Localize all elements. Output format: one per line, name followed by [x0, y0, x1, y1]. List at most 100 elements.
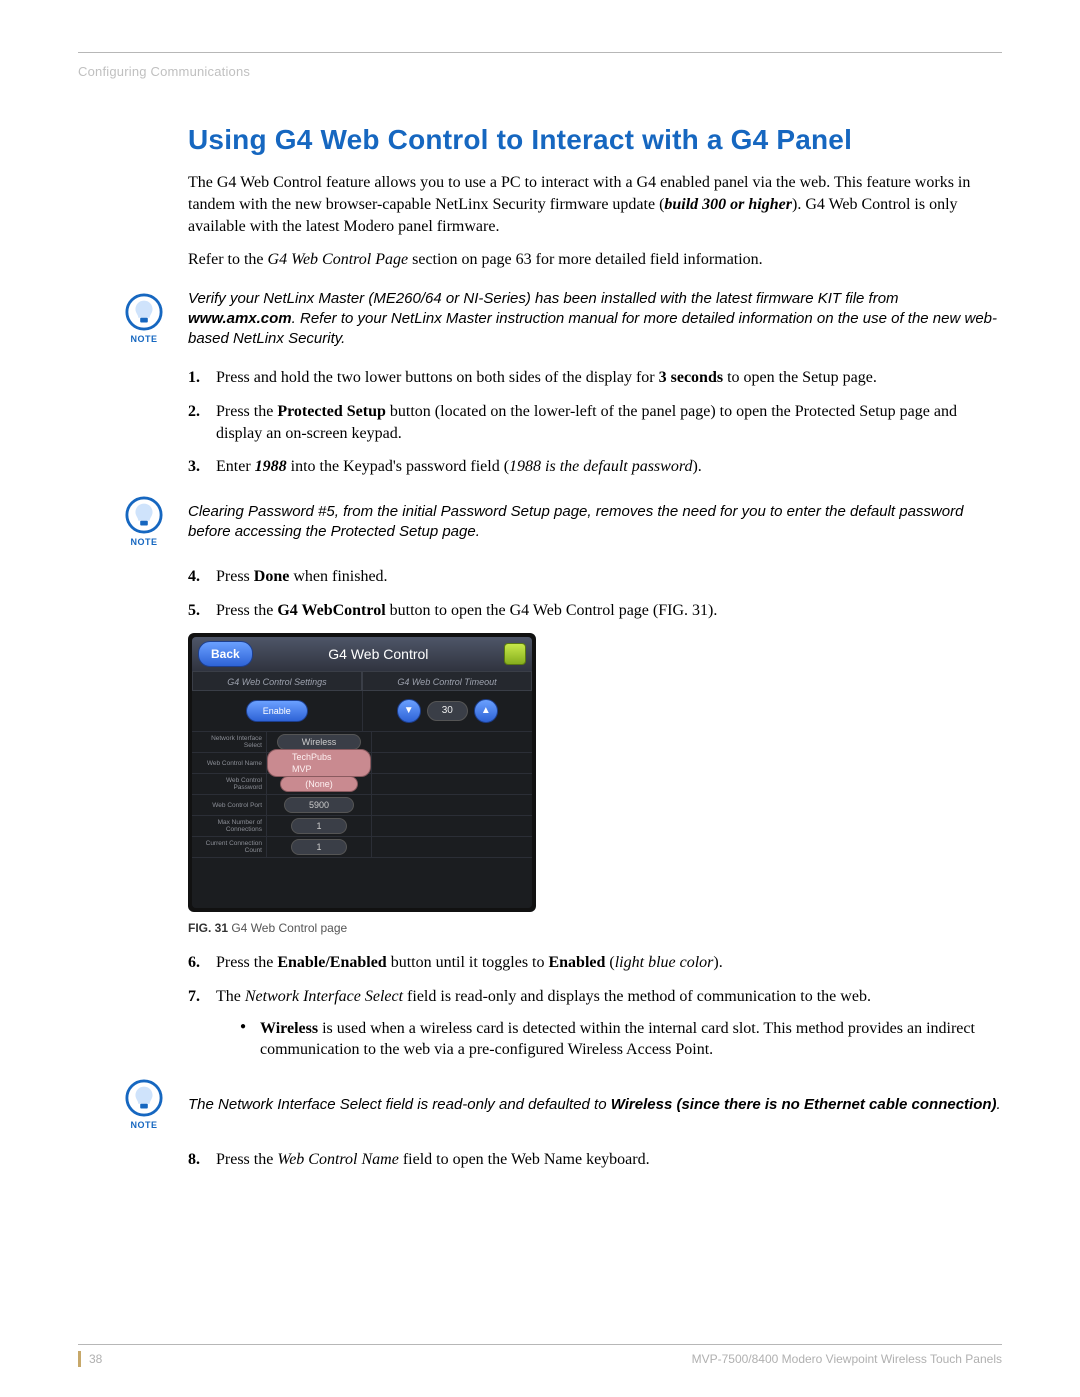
- panel-field-label: Web Control Name: [192, 753, 267, 773]
- step-5: 5. Press the G4 WebControl button to ope…: [188, 600, 1002, 622]
- panel-header: Back G4 Web Control: [192, 637, 532, 671]
- text: Press the: [216, 954, 277, 971]
- step-3: 3. Enter 1988 into the Keypad's password…: [188, 456, 1002, 478]
- text-bold: Protected Setup: [277, 403, 386, 420]
- text: Press the: [216, 403, 277, 420]
- panel-field-value-cell: 1: [267, 816, 372, 836]
- text-bold: www.amx.com: [188, 310, 292, 327]
- panel-spacer: [192, 858, 532, 908]
- header-rule: [78, 52, 1002, 53]
- panel-field-label: Current Connection Count: [192, 837, 267, 857]
- text: field is read-only and displays the meth…: [403, 988, 871, 1005]
- main-content: Using G4 Web Control to Interact with a …: [188, 121, 1002, 1171]
- note-icon-cell: NOTE: [118, 293, 170, 345]
- tab-settings: G4 Web Control Settings: [192, 671, 362, 691]
- steps-list-3: 6. Press the Enable/Enabled button until…: [188, 952, 1002, 1060]
- tab-timeout: G4 Web Control Timeout: [362, 671, 532, 691]
- panel-field-label: Web Control Port: [192, 795, 267, 815]
- text-italic: Network Interface Select: [245, 988, 403, 1005]
- page-footer: 38 MVP-7500/8400 Modero Viewpoint Wirele…: [78, 1344, 1002, 1367]
- panel-controls: Enable ▼ 30 ▲ Network Interface SelectWi…: [192, 691, 532, 908]
- text: .: [997, 1096, 1001, 1113]
- text-italic: Web Control Name: [277, 1151, 398, 1168]
- step-number: 4.: [188, 566, 200, 588]
- panel-empty-cell: [372, 732, 532, 752]
- intro-paragraph-1: The G4 Web Control feature allows you to…: [188, 172, 1002, 237]
- steps-list-1: 1. Press and hold the two lower buttons …: [188, 367, 1002, 477]
- text: section on page 63 for more detailed fie…: [408, 251, 763, 268]
- text: ).: [692, 458, 701, 475]
- text: Verify your NetLinx Master (ME260/64 or …: [188, 290, 899, 307]
- step-number: 6.: [188, 952, 200, 974]
- text-bold-italic: 1988: [255, 458, 287, 475]
- step-number: 2.: [188, 401, 200, 423]
- panel-empty-cell: [372, 753, 532, 773]
- note-label: NOTE: [118, 536, 170, 548]
- text: The: [216, 988, 245, 1005]
- lightbulb-icon: [125, 293, 163, 331]
- panel-data-row: Web Control NameTechPubs MVP: [192, 753, 532, 774]
- note-icon-cell: NOTE: [118, 496, 170, 548]
- panel-empty-cell: [372, 816, 532, 836]
- step-number: 1.: [188, 367, 200, 389]
- text-bold: Enable/Enabled: [277, 954, 386, 971]
- note-label: NOTE: [118, 333, 170, 345]
- timeout-value: 30: [427, 701, 468, 721]
- text: button to open the G4 Web Control page (…: [386, 602, 718, 619]
- text-bold: G4 WebControl: [277, 602, 385, 619]
- note-callout-3: NOTE The Network Interface Select field …: [118, 1079, 1002, 1131]
- panel-data-row: Web Control Password (None): [192, 774, 532, 795]
- text: ).: [713, 954, 722, 971]
- note-text: Verify your NetLinx Master (ME260/64 or …: [188, 289, 1002, 350]
- note-text: The Network Interface Select field is re…: [188, 1095, 1002, 1115]
- panel-field-value-cell: (None): [267, 774, 372, 794]
- panel-field-value[interactable]: (None): [280, 776, 358, 792]
- panel-data-row: Web Control Port 5900: [192, 795, 532, 816]
- back-button[interactable]: Back: [198, 641, 253, 667]
- text-bold: 3 seconds: [659, 369, 723, 386]
- text: (: [605, 954, 614, 971]
- text: Press the: [216, 1151, 277, 1168]
- figure-caption-text: G4 Web Control page: [228, 921, 347, 935]
- lightbulb-icon: [125, 1079, 163, 1117]
- text-italic: G4 Web Control Page: [268, 251, 409, 268]
- panel-field-value: 5900: [284, 797, 354, 813]
- document-page: Configuring Communications Using G4 Web …: [0, 0, 1080, 1397]
- step-8: 8. Press the Web Control Name field to o…: [188, 1149, 1002, 1171]
- text-bold-italic: build 300 or higher: [664, 196, 792, 213]
- note-text: Clearing Password #5, from the initial P…: [188, 502, 1002, 543]
- panel-field-label: Web Control Password: [192, 774, 267, 794]
- figure-label: FIG. 31: [188, 921, 228, 935]
- step-number: 7.: [188, 986, 200, 1008]
- panel-field-label: Max Number of Connections: [192, 816, 267, 836]
- text-italic: light blue color: [615, 954, 714, 971]
- panel-data-row: Max Number of Connections1: [192, 816, 532, 837]
- note-label: NOTE: [118, 1119, 170, 1131]
- panel-empty-cell: [372, 795, 532, 815]
- lightbulb-icon: [125, 496, 163, 534]
- text: button until it toggles to: [387, 954, 549, 971]
- increment-button[interactable]: ▲: [474, 699, 498, 723]
- steps-list-4: 8. Press the Web Control Name field to o…: [188, 1149, 1002, 1171]
- text: Enter: [216, 458, 255, 475]
- step-number: 8.: [188, 1149, 200, 1171]
- panel-field-value-cell: TechPubs MVP: [267, 753, 372, 773]
- note-icon-cell: NOTE: [118, 1079, 170, 1131]
- text: is used when a wireless card is detected…: [260, 1020, 975, 1059]
- footer-doc-title: MVP-7500/8400 Modero Viewpoint Wireless …: [692, 1351, 1002, 1367]
- text: Refer to the: [188, 251, 268, 268]
- home-button[interactable]: [504, 643, 526, 665]
- enable-button[interactable]: Enable: [246, 700, 308, 722]
- decrement-button[interactable]: ▼: [397, 699, 421, 723]
- panel-tabs: G4 Web Control Settings G4 Web Control T…: [192, 671, 532, 691]
- note-callout-1: NOTE Verify your NetLinx Master (ME260/6…: [118, 289, 1002, 350]
- text-bold: Wireless: [260, 1020, 318, 1037]
- text-bold-italic: Wireless (since there is no Ethernet cab…: [611, 1096, 997, 1113]
- text-bold: Enabled: [548, 954, 605, 971]
- step-2: 2. Press the Protected Setup button (loc…: [188, 401, 1002, 444]
- panel-field-value[interactable]: TechPubs MVP: [267, 749, 371, 777]
- panel-field-value: Wireless: [277, 734, 362, 750]
- page-number: 38: [78, 1351, 102, 1367]
- bullet-wireless: Wireless is used when a wireless card is…: [240, 1018, 1002, 1061]
- panel-field-value-cell: 1: [267, 837, 372, 857]
